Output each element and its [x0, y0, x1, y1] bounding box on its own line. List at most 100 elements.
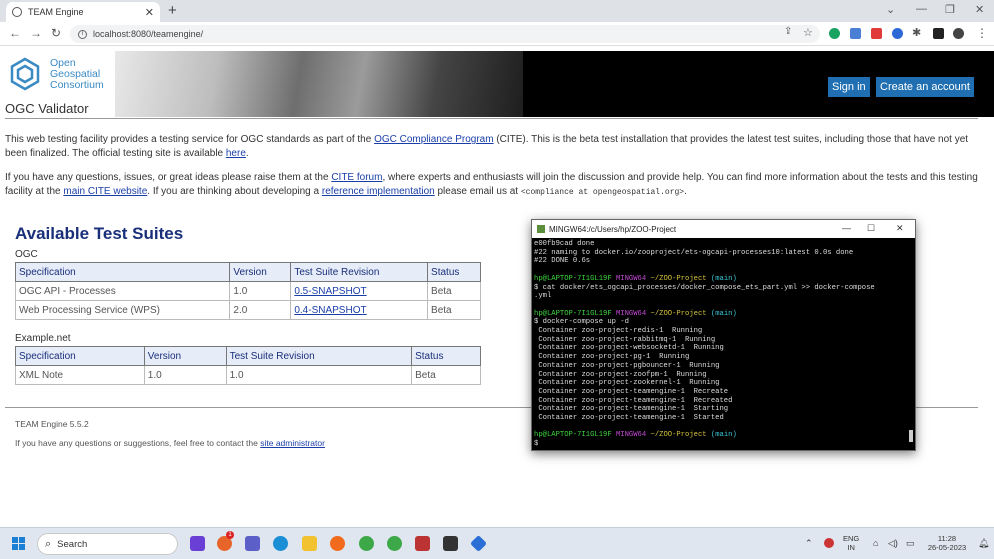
- profile-avatar[interactable]: [953, 28, 964, 39]
- puzzle-extensions-icon[interactable]: ✱: [912, 26, 921, 39]
- terminal-title-bar[interactable]: MINGW64:/c/Users/hp/ZOO-Project — ☐ ✕: [532, 220, 915, 238]
- engine-version: TEAM Engine 5.5.2: [15, 419, 89, 429]
- terminal-scrollbar[interactable]: [909, 430, 913, 442]
- suite-revision-link[interactable]: 0.4-SNAPSHOT: [294, 305, 366, 316]
- extension-icon[interactable]: [892, 28, 903, 39]
- new-tab-button[interactable]: +: [168, 2, 177, 20]
- group-label-ogc: OGC: [15, 249, 38, 260]
- terminal-close-button[interactable]: ✕: [896, 223, 904, 234]
- tab-search-icon[interactable]: ⌄: [886, 3, 895, 16]
- status-cell: Beta: [411, 365, 481, 385]
- grammarly-extension-icon[interactable]: [829, 28, 840, 39]
- terminal-minimize-button[interactable]: —: [842, 223, 851, 233]
- url-text: localhost:8080/teamengine/: [93, 29, 204, 39]
- column-header: Test Suite Revision: [290, 262, 429, 282]
- tray-app-icon[interactable]: [824, 538, 834, 548]
- terminal-title: MINGW64:/c/Users/hp/ZOO-Project: [549, 224, 677, 234]
- sidebar-icon[interactable]: [933, 28, 944, 39]
- teams-icon[interactable]: [245, 536, 260, 551]
- revision-cell: 1.0: [225, 365, 413, 385]
- terminal-output[interactable]: e00fb9cad done #22 naming to docker.io/zo…: [532, 238, 915, 450]
- group-label-example: Example.net: [15, 333, 71, 344]
- site-header: Open Geospatial Consortium Sign in Creat…: [0, 51, 994, 121]
- page-title: OGC Validator: [5, 101, 89, 116]
- ogc-compliance-link[interactable]: OGC Compliance Program: [374, 134, 493, 145]
- windows-start-icon[interactable]: [12, 537, 26, 551]
- terminal-line: Container zoo-project-teamengine-1 Recre…: [534, 396, 733, 405]
- app-icon[interactable]: [415, 536, 430, 551]
- terminal-line: Container zoo-project-teamengine-1 Start…: [534, 414, 724, 423]
- forward-icon[interactable]: →: [30, 26, 42, 40]
- wifi-icon[interactable]: ⌂: [873, 538, 878, 548]
- widgets-icon[interactable]: [190, 536, 205, 551]
- table-row: XML Note 1.0 1.0 Beta: [15, 365, 481, 385]
- close-tab-icon[interactable]: ✕: [145, 6, 154, 19]
- menu-icon[interactable]: ⋮: [976, 26, 988, 40]
- terminal-icon[interactable]: [443, 536, 458, 551]
- git-bash-icon[interactable]: [470, 535, 487, 552]
- suite-revision-link[interactable]: 0.5-SNAPSHOT: [294, 286, 366, 297]
- table-row: Web Processing Service (WPS) 2.0 0.4-SNA…: [14, 300, 481, 320]
- back-icon[interactable]: ←: [9, 26, 21, 40]
- version-cell: 1.0: [229, 281, 292, 301]
- revision-cell: 0.5-SNAPSHOT: [290, 281, 429, 301]
- extension-icon[interactable]: [871, 28, 882, 39]
- tab-title: TEAM Engine: [28, 7, 84, 17]
- address-bar[interactable]: i localhost:8080/teamengine/: [70, 25, 820, 43]
- taskbar-search[interactable]: ⌕ Search: [37, 533, 178, 555]
- terminal-line: Container zoo-project-teamengine-1 Start…: [534, 405, 729, 414]
- ogc-logo[interactable]: Open Geospatial Consortium: [8, 57, 104, 91]
- browser-tab[interactable]: TEAM Engine ✕: [6, 2, 160, 22]
- create-account-button[interactable]: Create an account: [876, 77, 974, 97]
- terminal-line: e00fb9cad done: [534, 240, 595, 248]
- share-icon[interactable]: ⇪: [784, 26, 792, 37]
- column-header: Specification: [14, 262, 231, 282]
- close-window-button[interactable]: ✕: [975, 3, 984, 16]
- main-cite-website-link[interactable]: main CITE website: [63, 186, 147, 197]
- chrome-icon[interactable]: [387, 536, 402, 551]
- edge-icon[interactable]: [273, 536, 288, 551]
- spec-cell: OGC API - Processes: [14, 281, 231, 301]
- intro-paragraph-2: If you have any questions, issues, or gr…: [5, 172, 978, 197]
- volume-icon[interactable]: ◁): [888, 538, 898, 549]
- firefox-icon[interactable]: [330, 536, 345, 551]
- sign-in-button[interactable]: Sign in: [828, 77, 870, 97]
- minimize-button[interactable]: —: [916, 3, 927, 15]
- windows-taskbar: ⌕ Search 1 ⌃ ENG IN ⌂ ◁) ▭ 11:28 26-05-202…: [0, 527, 994, 559]
- info-icon[interactable]: i: [78, 29, 87, 39]
- status-cell: Beta: [427, 300, 481, 320]
- terminal-maximize-button[interactable]: ☐: [867, 223, 875, 234]
- bookmark-star-icon[interactable]: ☆: [803, 26, 813, 39]
- column-header: Status: [427, 262, 481, 282]
- site-administrator-link[interactable]: site administrator: [260, 438, 325, 448]
- table-row: OGC API - Processes 1.0 0.5-SNAPSHOT Bet…: [14, 281, 481, 301]
- terminal-prompt-line: hp@LAPTOP-7I1GL19F MINGW64 ~/ZOO-Project…: [534, 274, 737, 283]
- terminal-prompt-line: hp@LAPTOP-7I1GL19F MINGW64 ~/ZOO-Project…: [534, 309, 737, 318]
- reload-icon[interactable]: ↻: [51, 26, 61, 40]
- globe-icon: [12, 7, 22, 17]
- cite-forum-link[interactable]: CITE forum: [331, 172, 382, 183]
- terminal-line: Container zoo-project-redis-1 Running: [534, 327, 703, 336]
- reference-implementation-link[interactable]: reference implementation: [322, 186, 435, 197]
- table-header-row: Specification Version Test Suite Revisio…: [14, 262, 481, 282]
- file-explorer-icon[interactable]: [302, 536, 317, 551]
- notifications-icon[interactable]: 🔔︎: [978, 538, 989, 549]
- chevron-up-icon[interactable]: ⌃: [805, 538, 813, 549]
- battery-icon[interactable]: ▭: [906, 538, 915, 549]
- suites-heading: Available Test Suites: [15, 224, 184, 243]
- terminal-line: $ cat docker/ets_ogcapi_processes/docker…: [534, 283, 875, 292]
- revision-cell: 0.4-SNAPSHOT: [290, 300, 429, 320]
- clock[interactable]: 11:28 26-05-2023: [922, 534, 972, 552]
- extension-icon[interactable]: [850, 28, 861, 39]
- terminal-line: Container zoo-project-rabbitmq-1 Running: [534, 335, 716, 344]
- language-indicator[interactable]: ENG IN: [843, 534, 859, 552]
- terminal-window[interactable]: MINGW64:/c/Users/hp/ZOO-Project — ☐ ✕ e0…: [531, 219, 916, 451]
- ogc-suites-table: Specification Version Test Suite Revisio…: [14, 262, 481, 320]
- maximize-button[interactable]: ❐: [945, 3, 955, 16]
- chrome-icon[interactable]: [359, 536, 374, 551]
- browser-tab-bar: TEAM Engine ✕ + ⌄ — ❐ ✕: [0, 0, 994, 22]
- official-site-link[interactable]: here: [226, 148, 246, 159]
- table-header-row: Specification Version Test Suite Revisio…: [15, 346, 481, 366]
